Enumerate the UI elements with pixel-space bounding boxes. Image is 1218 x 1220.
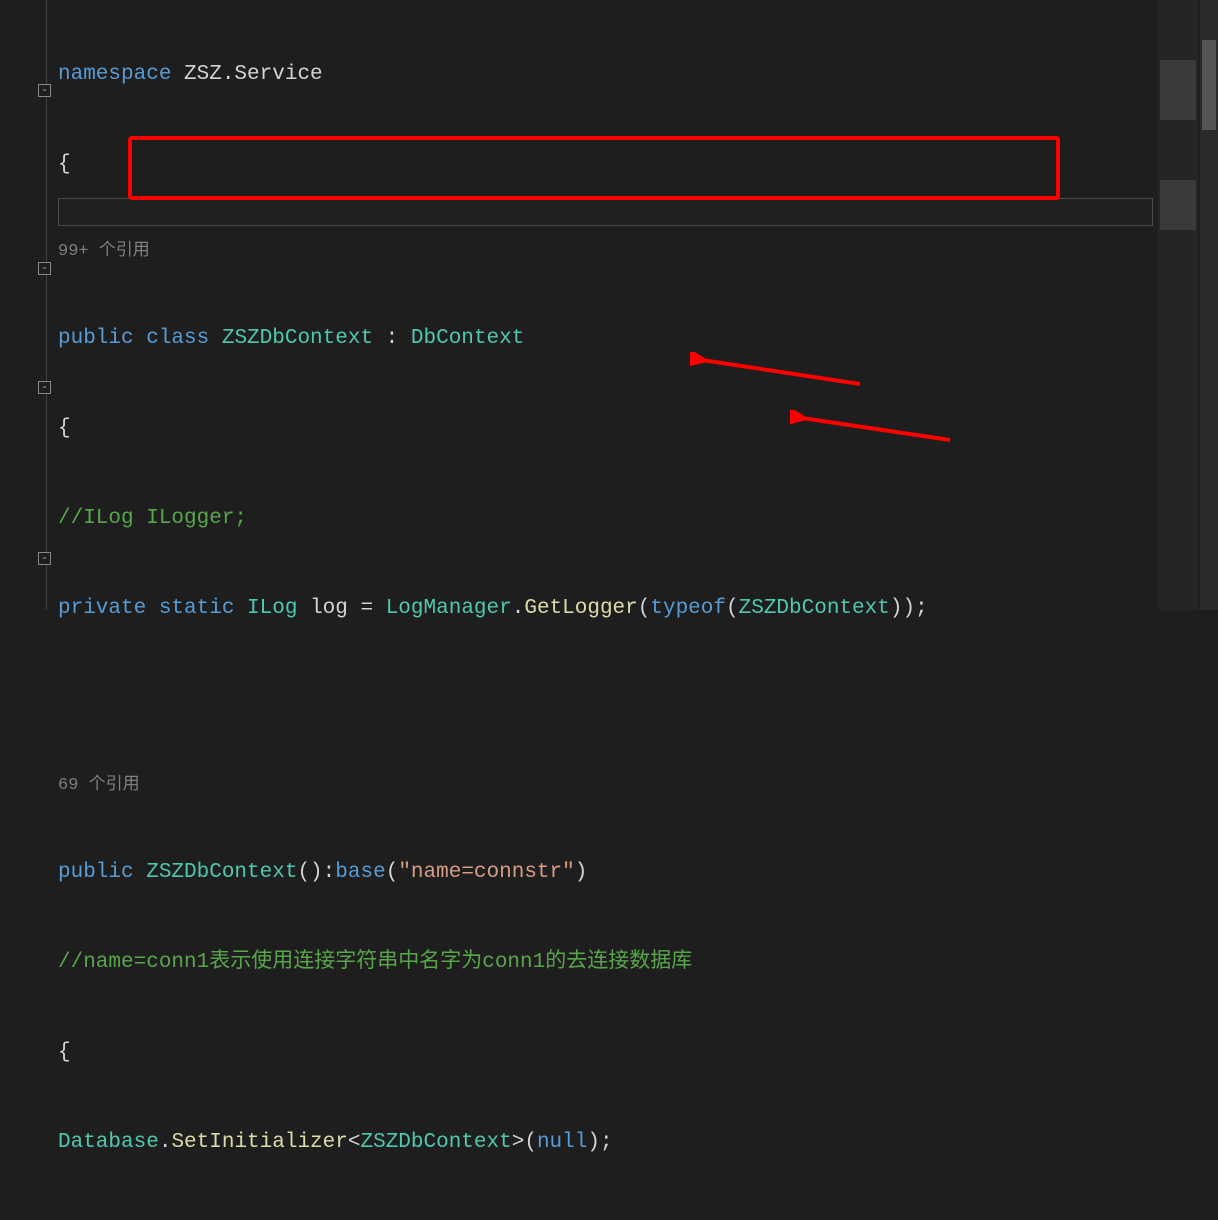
prop-database: Database <box>121 1218 222 1220</box>
brace: { <box>58 1038 71 1068</box>
method-getlogger: GetLogger <box>524 594 637 624</box>
brace: { <box>58 150 71 180</box>
keyword-private: private <box>58 594 159 624</box>
brace: { <box>58 414 71 444</box>
namespace-name: ZSZ.Service <box>171 60 322 90</box>
fold-toggle[interactable]: - <box>38 381 51 394</box>
keyword-base: base <box>335 858 385 888</box>
gutter: - - - - <box>0 0 58 610</box>
keyword-public: public <box>58 858 146 888</box>
scrollbar-thumb[interactable] <box>1202 40 1216 130</box>
code-area[interactable]: namespace ZSZ.Service { 99+ 个引用 public c… <box>58 0 1158 1220</box>
fold-toggle[interactable]: - <box>38 262 51 275</box>
method-setinitializer: SetInitializer <box>171 1128 347 1158</box>
type-ctx: ZSZDbContext <box>360 1128 511 1158</box>
overview-ruler[interactable] <box>1158 0 1198 610</box>
comment: //name=conn1表示使用连接字符串中名字为conn1的去连接数据库 <box>58 948 692 978</box>
string-literal: "name=connstr" <box>398 858 574 888</box>
keyword-class: class <box>146 324 222 354</box>
keyword-this: this <box>58 1218 108 1220</box>
class-database: Database <box>58 1128 159 1158</box>
comment: //ILog ILogger; <box>58 504 247 534</box>
reference-count[interactable]: 69 个引用 <box>58 771 140 801</box>
keyword-static: static <box>159 594 247 624</box>
keyword-public: public <box>58 324 146 354</box>
fold-toggle[interactable]: - <box>38 552 51 565</box>
field-log: log <box>297 594 347 624</box>
vertical-scrollbar[interactable] <box>1200 0 1218 610</box>
prop-log: Log <box>234 1218 272 1220</box>
keyword-typeof: typeof <box>650 594 726 624</box>
class-logmanager: LogManager <box>386 594 512 624</box>
type-ilog: ILog <box>247 594 297 624</box>
keyword-namespace: namespace <box>58 60 171 90</box>
constructor-name: ZSZDbContext <box>146 858 297 888</box>
fold-toggle[interactable]: - <box>38 84 51 97</box>
class-name: ZSZDbContext <box>222 324 373 354</box>
type-ctx: ZSZDbContext <box>739 594 890 624</box>
base-class: DbContext <box>411 324 524 354</box>
keyword-null: null <box>537 1128 587 1158</box>
reference-count[interactable]: 99+ 个引用 <box>58 237 150 267</box>
code-editor[interactable]: - - - - namespace ZSZ.Service { 99+ 个引用 … <box>0 0 1218 610</box>
